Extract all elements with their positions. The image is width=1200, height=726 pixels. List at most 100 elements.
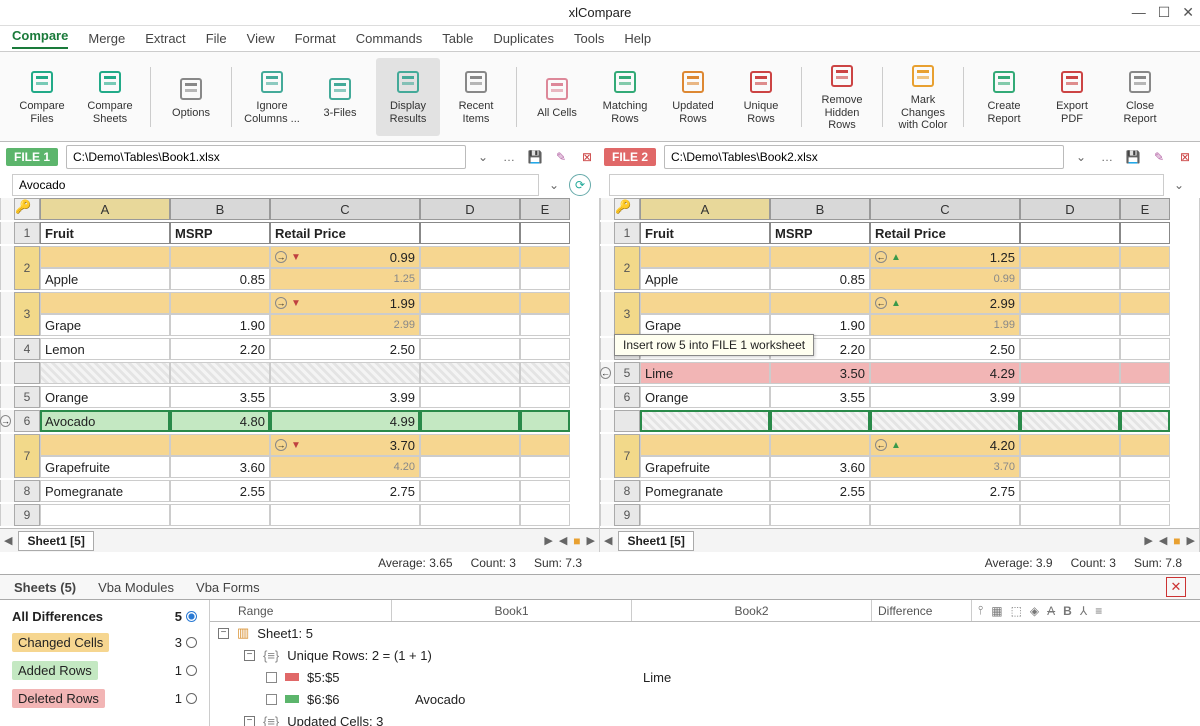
- file1-formula-input[interactable]: [12, 174, 539, 196]
- cell[interactable]: → ▼ 3.704.20: [270, 434, 420, 478]
- three-files-button[interactable]: 3-Files: [308, 58, 372, 136]
- cell[interactable]: 0.85: [170, 246, 270, 290]
- cell[interactable]: Orange: [640, 386, 770, 408]
- diff-row[interactable]: − ▥ Sheet1: 5: [210, 622, 1200, 644]
- header-cell[interactable]: Fruit: [640, 222, 770, 244]
- tool-icon[interactable]: ◈: [1030, 604, 1039, 618]
- menu-extract[interactable]: Extract: [145, 31, 185, 46]
- diff-filter-added[interactable]: Added Rows1: [8, 658, 201, 683]
- row-header[interactable]: 9: [614, 504, 640, 526]
- col-header-A[interactable]: A: [640, 198, 770, 220]
- cell[interactable]: [770, 410, 870, 432]
- cell[interactable]: [170, 362, 270, 384]
- sync-cell-icon[interactable]: ←: [875, 297, 887, 309]
- sheet-nav-next[interactable]: ▶: [544, 534, 552, 547]
- sync-cell-icon[interactable]: →: [275, 439, 287, 451]
- diff-filter-all[interactable]: All Differences5: [8, 606, 201, 627]
- sheet-tab[interactable]: Sheet1 [5]: [18, 531, 93, 551]
- cell[interactable]: [640, 410, 770, 432]
- cell[interactable]: [1020, 434, 1120, 478]
- tool-icon[interactable]: ⬚: [1011, 604, 1022, 618]
- row-header[interactable]: 3: [14, 292, 40, 336]
- sheet-nav-prev[interactable]: ◀: [4, 534, 12, 547]
- cell[interactable]: 2.75: [270, 480, 420, 502]
- cell[interactable]: [1020, 246, 1120, 290]
- file1-more-icon[interactable]: …: [500, 148, 518, 166]
- cell[interactable]: [770, 504, 870, 526]
- cell[interactable]: ← ▲ 2.991.99: [870, 292, 1020, 336]
- row-header[interactable]: 5: [614, 362, 640, 384]
- cell[interactable]: Grape: [640, 292, 770, 336]
- file2-formula-input[interactable]: [609, 174, 1164, 196]
- display-results-button[interactable]: DisplayResults: [376, 58, 440, 136]
- create-report-button[interactable]: CreateReport: [972, 58, 1036, 136]
- menu-commands[interactable]: Commands: [356, 31, 422, 46]
- cell[interactable]: 1.90: [170, 292, 270, 336]
- cell[interactable]: ← ▲ 1.250.99: [870, 246, 1020, 290]
- cell[interactable]: [420, 338, 520, 360]
- col-header-E[interactable]: E: [1120, 198, 1170, 220]
- menu-help[interactable]: Help: [624, 31, 651, 46]
- row-header[interactable]: 8: [614, 480, 640, 502]
- compare-sheets-button[interactable]: CompareSheets: [78, 58, 142, 136]
- unique-rows-button[interactable]: UniqueRows: [729, 58, 793, 136]
- cell[interactable]: Lemon: [40, 338, 170, 360]
- menu-duplicates[interactable]: Duplicates: [493, 31, 554, 46]
- cell[interactable]: Pomegranate: [40, 480, 170, 502]
- compare-files-button[interactable]: CompareFiles: [10, 58, 74, 136]
- maximize-button[interactable]: ☐: [1158, 4, 1171, 21]
- menu-compare[interactable]: Compare: [12, 28, 68, 49]
- tool-icon[interactable]: ≡: [1095, 604, 1102, 618]
- mark-color-button[interactable]: Mark Changeswith Color: [891, 58, 955, 136]
- file2-more-icon[interactable]: …: [1098, 148, 1116, 166]
- cell[interactable]: 1.90: [770, 292, 870, 336]
- cell[interactable]: [870, 410, 1020, 432]
- minimize-button[interactable]: —: [1132, 4, 1146, 21]
- cell[interactable]: [520, 410, 570, 432]
- sync-cell-icon[interactable]: ←: [875, 439, 887, 451]
- cell[interactable]: 2.75: [870, 480, 1020, 502]
- sync-cell-icon[interactable]: ←: [875, 251, 887, 263]
- menu-table[interactable]: Table: [442, 31, 473, 46]
- cell[interactable]: 3.55: [170, 386, 270, 408]
- cell[interactable]: [520, 434, 570, 478]
- file1-dropdown-icon[interactable]: ⌄: [474, 148, 492, 166]
- header-cell[interactable]: [420, 222, 520, 244]
- cell[interactable]: 3.60: [170, 434, 270, 478]
- cell[interactable]: → ▼ 0.991.25: [270, 246, 420, 290]
- sync-cell-icon[interactable]: →: [275, 297, 287, 309]
- col-header-D[interactable]: D: [420, 198, 520, 220]
- cell[interactable]: [420, 362, 520, 384]
- row-header[interactable]: 2: [614, 246, 640, 290]
- file2-expand-icon[interactable]: ⌄: [1170, 176, 1188, 194]
- cell[interactable]: 4.29: [870, 362, 1020, 384]
- menu-merge[interactable]: Merge: [88, 31, 125, 46]
- header-cell[interactable]: Retail Price: [870, 222, 1020, 244]
- header-cell[interactable]: Fruit: [40, 222, 170, 244]
- cell[interactable]: → ▼ 1.992.99: [270, 292, 420, 336]
- all-cells-button[interactable]: All Cells: [525, 58, 589, 136]
- row-header[interactable]: 7: [614, 434, 640, 478]
- cell[interactable]: Grapefruite: [40, 434, 170, 478]
- cell[interactable]: [1020, 338, 1120, 360]
- diff-filter-changed[interactable]: Changed Cells3: [8, 630, 201, 655]
- tool-icon[interactable]: ⫯: [978, 603, 983, 618]
- matching-rows-button[interactable]: MatchingRows: [593, 58, 657, 136]
- file1-save-icon[interactable]: 💾: [526, 148, 544, 166]
- cell[interactable]: 2.55: [170, 480, 270, 502]
- sheet2-nav-prev[interactable]: ◀: [604, 534, 612, 547]
- cell[interactable]: 3.99: [270, 386, 420, 408]
- cell[interactable]: [520, 292, 570, 336]
- cell[interactable]: [1020, 362, 1120, 384]
- sync-button[interactable]: ⟳: [569, 174, 591, 196]
- tool-bold-icon[interactable]: B: [1063, 604, 1072, 618]
- row-header[interactable]: 6: [614, 386, 640, 408]
- cell[interactable]: [520, 480, 570, 502]
- sheet2-tab[interactable]: Sheet1 [5]: [618, 531, 693, 551]
- cell[interactable]: [1020, 292, 1120, 336]
- menu-view[interactable]: View: [247, 31, 275, 46]
- cell[interactable]: Lime: [640, 362, 770, 384]
- header-cell[interactable]: [1120, 222, 1170, 244]
- bottom-tab-0[interactable]: Sheets (5): [14, 580, 76, 595]
- file2-edit-icon[interactable]: ✎: [1150, 148, 1168, 166]
